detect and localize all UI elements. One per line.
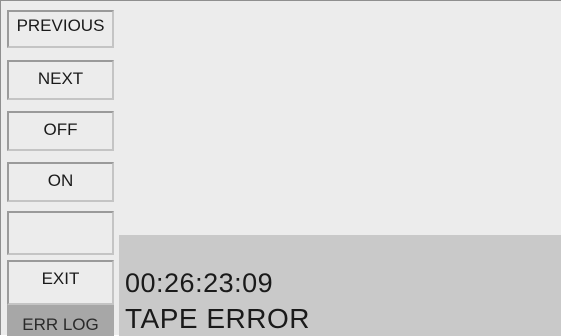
display-screen: PREVIOUS NEXT OFF ON EXIT ERR LOG 00:26:…	[0, 0, 561, 336]
status-panel: 00:26:23:09 TAPE ERROR	[119, 235, 561, 336]
blank-softkey[interactable]	[7, 211, 114, 255]
on-button[interactable]: ON	[7, 162, 114, 202]
previous-button[interactable]: PREVIOUS	[7, 10, 114, 48]
off-button[interactable]: OFF	[7, 111, 114, 151]
softkey-menu: PREVIOUS NEXT OFF ON EXIT ERR LOG	[7, 10, 117, 336]
exit-button[interactable]: EXIT	[7, 260, 114, 305]
err-log-button[interactable]: ERR LOG	[7, 305, 114, 336]
timecode-readout: 00:26:23:09	[125, 268, 274, 298]
main-display-area	[119, 10, 561, 235]
next-button[interactable]: NEXT	[7, 60, 114, 100]
error-message: TAPE ERROR	[125, 303, 310, 334]
